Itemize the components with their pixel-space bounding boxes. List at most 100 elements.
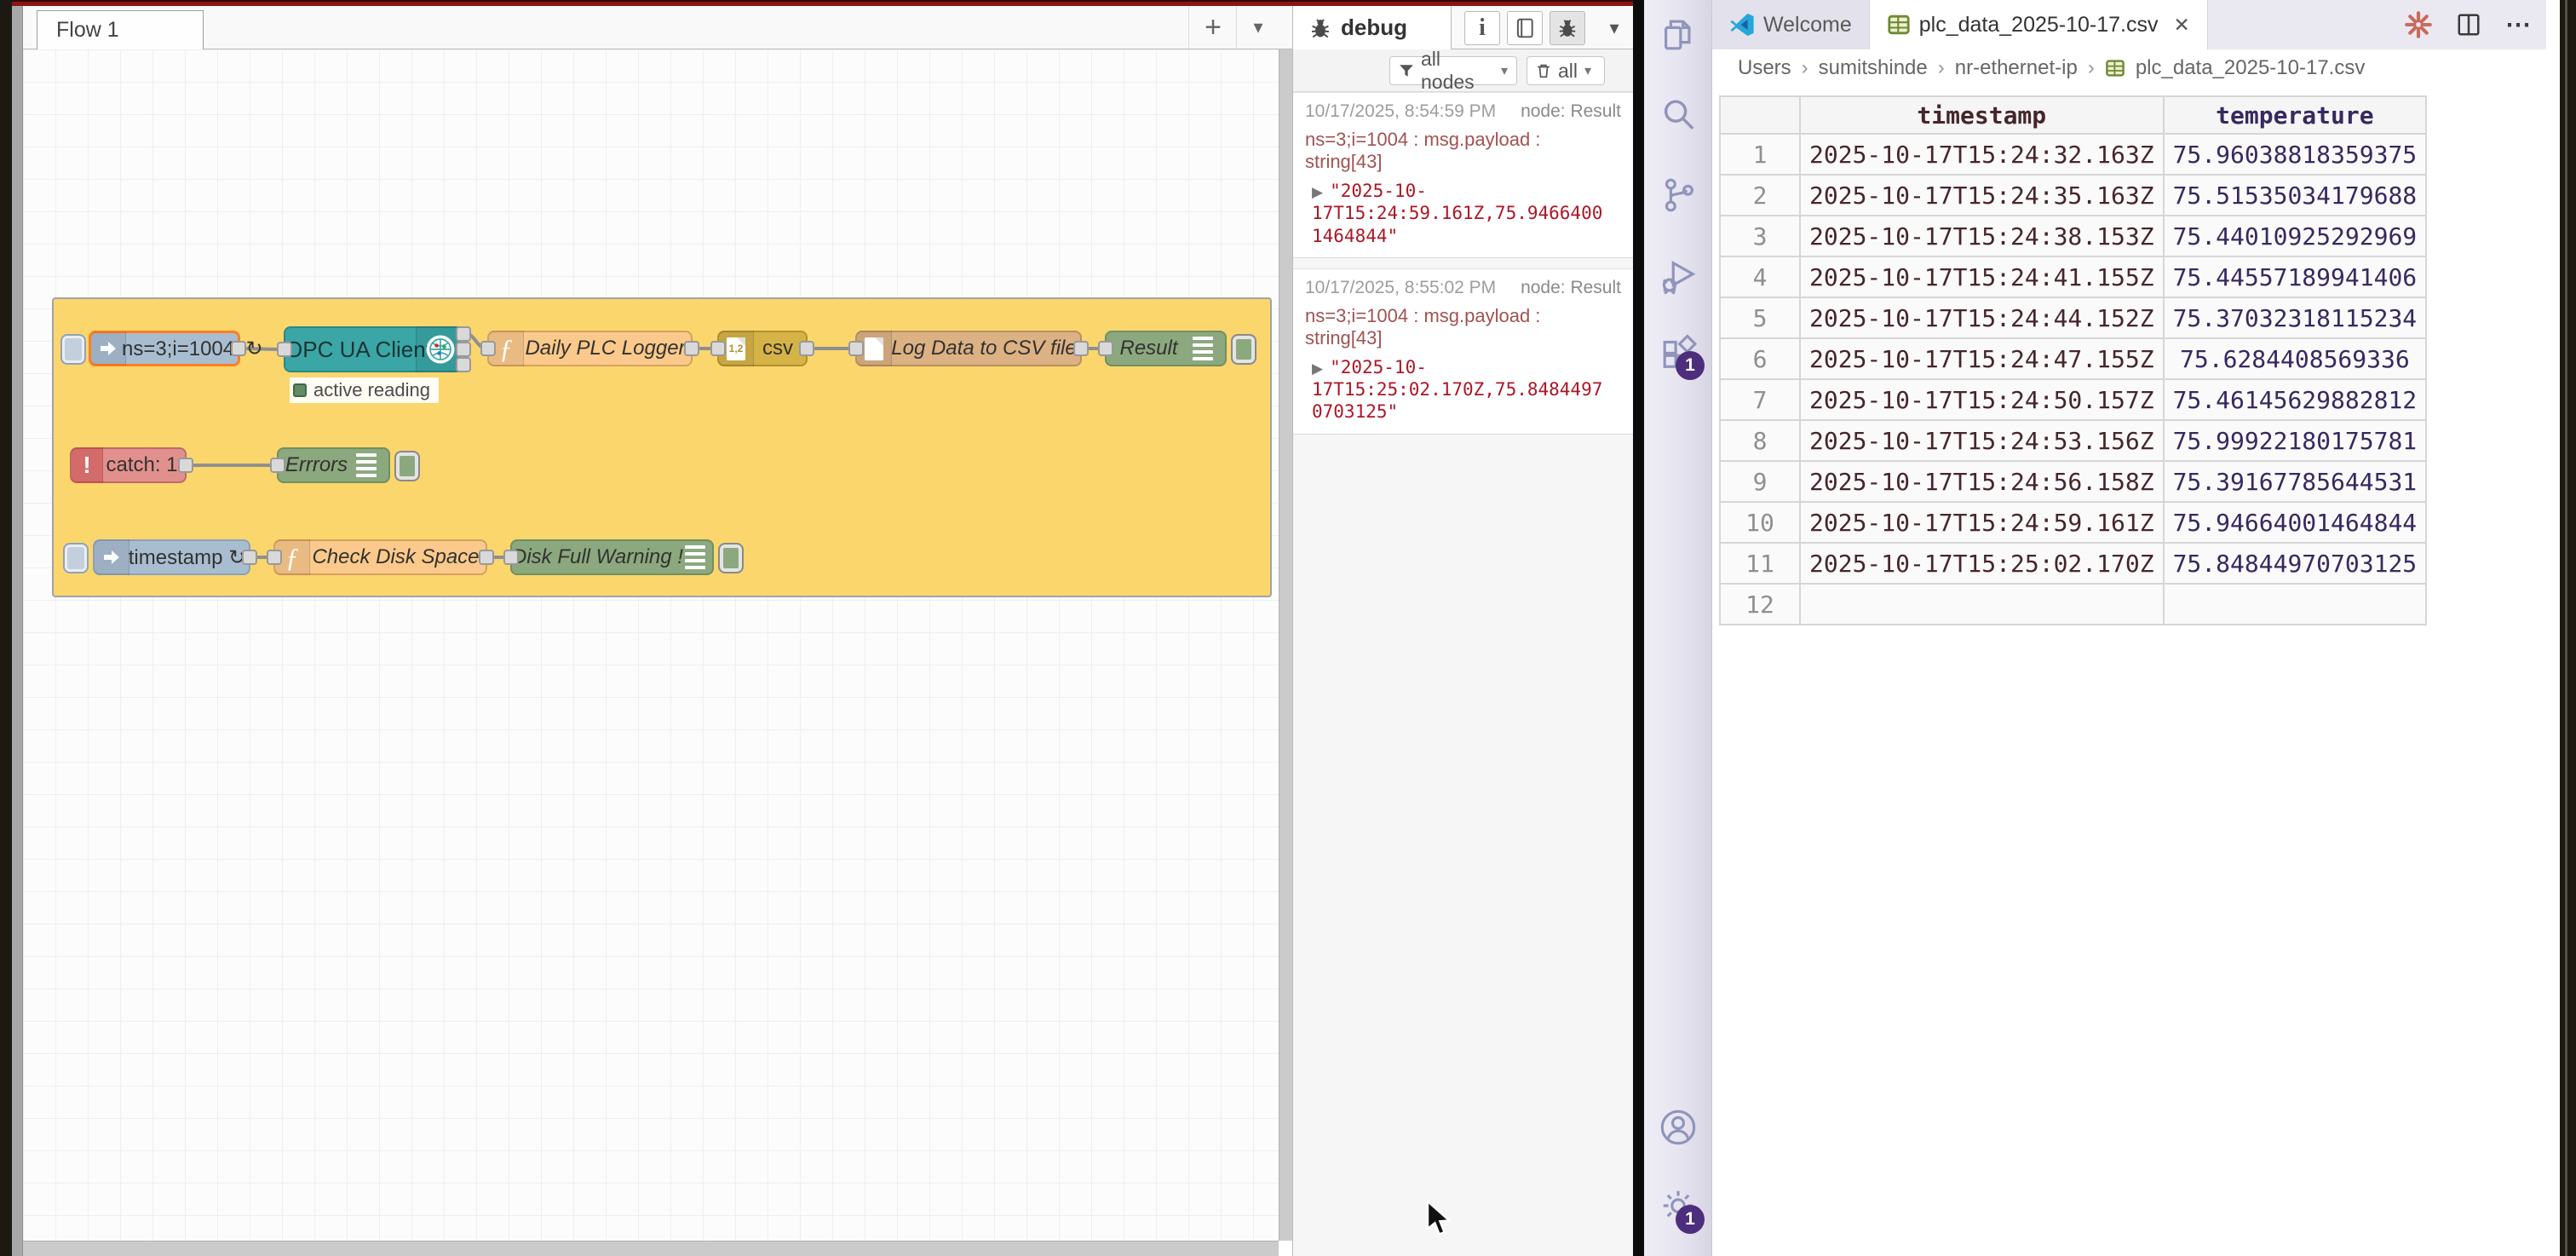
tab-close-icon[interactable]: ✕ bbox=[2174, 14, 2190, 37]
output-port[interactable] bbox=[684, 341, 699, 356]
caret-down-icon: ▾ bbox=[1501, 62, 1508, 79]
csv-cell-timestamp: 2025-10-17T15:24:32.163Z bbox=[1800, 134, 2164, 175]
csv-header-timestamp: timestamp bbox=[1800, 96, 2164, 134]
input-port[interactable] bbox=[848, 341, 864, 356]
explorer-icon[interactable] bbox=[1659, 15, 1698, 55]
tab-actions: ⋯ bbox=[2405, 0, 2533, 49]
csv-table-row: 22025-10-17T15:24:35.163Z75.515350341796… bbox=[1720, 175, 2426, 216]
node-log-to-csv-file[interactable]: Log Data to CSV file bbox=[855, 331, 1082, 366]
sidebar-tab-label: debug bbox=[1341, 14, 1407, 41]
node-debug-result[interactable]: Result bbox=[1105, 331, 1227, 366]
csv-cell-temperature bbox=[2164, 584, 2427, 625]
output-port[interactable] bbox=[178, 458, 193, 473]
node-inject-timestamp[interactable]: timestamp ↻ bbox=[93, 539, 250, 575]
output-port[interactable] bbox=[231, 341, 246, 356]
csv-table-container: timestamptemperature 12025-10-17T15:24:3… bbox=[1719, 95, 2427, 625]
debug-toggle-button[interactable] bbox=[718, 543, 744, 573]
split-editor-icon[interactable] bbox=[2456, 12, 2481, 37]
sidebar-tab-debug[interactable]: debug bbox=[1293, 6, 1452, 49]
output-port[interactable] bbox=[799, 341, 814, 356]
csv-cell-timestamp: 2025-10-17T15:24:38.153Z bbox=[1800, 216, 2164, 256]
chevron-right-icon: › bbox=[2088, 56, 2095, 80]
csv-cell-timestamp: 2025-10-17T15:24:53.156Z bbox=[1800, 420, 2164, 461]
node-catch[interactable]: ! catch: 1 bbox=[70, 447, 187, 483]
csv-row-number: 10 bbox=[1720, 502, 1800, 543]
canvas-horizontal-scrollbar[interactable] bbox=[23, 1241, 1279, 1256]
node-debug-errors[interactable]: Errrors bbox=[277, 447, 390, 483]
csv-table-row: 32025-10-17T15:24:38.153Z75.440109252929… bbox=[1720, 216, 2426, 256]
csv-row-number: 7 bbox=[1720, 379, 1800, 420]
expand-caret-icon[interactable]: ▶ bbox=[1312, 184, 1323, 200]
info-button[interactable]: i bbox=[1464, 11, 1500, 45]
output-port-2[interactable] bbox=[456, 342, 471, 357]
input-port[interactable] bbox=[277, 342, 292, 357]
node-opcua-client[interactable]: OPC UA Client bbox=[284, 326, 464, 372]
breadcrumb-item[interactable]: nr-ethernet-ip bbox=[1955, 56, 2078, 80]
expand-caret-icon[interactable]: ▶ bbox=[1312, 360, 1323, 377]
node-label: Result bbox=[1107, 337, 1191, 360]
debug-pane-button[interactable] bbox=[1550, 11, 1585, 45]
run-debug-icon[interactable] bbox=[1659, 256, 1698, 295]
flow-tab[interactable]: Flow 1 bbox=[37, 10, 204, 49]
window-divider bbox=[1633, 0, 1644, 1256]
input-port[interactable] bbox=[267, 550, 282, 565]
add-flow-button[interactable]: + bbox=[1188, 6, 1237, 49]
input-port[interactable] bbox=[710, 341, 726, 356]
sidebar-menu-caret-icon[interactable]: ▾ bbox=[1600, 11, 1629, 45]
debug-clear-button[interactable]: all ▾ bbox=[1527, 56, 1605, 85]
input-port[interactable] bbox=[480, 341, 496, 356]
csv-table-row: 102025-10-17T15:24:59.161Z75.94664001464… bbox=[1720, 502, 2426, 543]
node-csv[interactable]: 1,2 csv bbox=[717, 331, 808, 366]
csv-row-number: 6 bbox=[1720, 338, 1800, 379]
help-book-button[interactable] bbox=[1507, 11, 1543, 45]
node-debug-disk-full-warning[interactable]: Disk Full Warning ! bbox=[510, 539, 714, 575]
canvas-vertical-scrollbar[interactable] bbox=[1279, 49, 1292, 1241]
csv-table: timestamptemperature 12025-10-17T15:24:3… bbox=[1719, 95, 2427, 625]
more-actions-icon[interactable]: ⋯ bbox=[2505, 10, 2533, 40]
source-control-icon[interactable] bbox=[1659, 176, 1698, 215]
tab-label: Welcome bbox=[1763, 13, 1852, 37]
input-port[interactable] bbox=[270, 458, 285, 473]
breadcrumb-item[interactable]: Users bbox=[1738, 56, 1791, 80]
csv-corner-cell bbox=[1720, 96, 1800, 134]
flow-tab-label: Flow 1 bbox=[56, 18, 119, 43]
output-port[interactable] bbox=[479, 550, 494, 565]
vscode-logo-icon bbox=[1729, 12, 1755, 37]
output-port-1[interactable] bbox=[456, 326, 471, 342]
tab-welcome[interactable]: Welcome bbox=[1712, 0, 1870, 49]
flow-list-caret-icon[interactable]: ▾ bbox=[1236, 6, 1279, 49]
extensions-icon[interactable]: 1 bbox=[1659, 332, 1698, 372]
search-icon[interactable] bbox=[1659, 95, 1698, 135]
sidebar-tabrow: debug i ▾ bbox=[1293, 6, 1633, 49]
node-check-disk-space[interactable]: ƒ Check Disk Space bbox=[273, 539, 487, 575]
settings-gear-icon[interactable]: 1 bbox=[1659, 1186, 1698, 1225]
node-daily-plc-logger[interactable]: ƒ Daily PLC Logger bbox=[487, 331, 693, 366]
account-icon[interactable] bbox=[1659, 1108, 1698, 1147]
csv-cell-temperature: 75.44557189941406 bbox=[2164, 256, 2427, 297]
debug-toggle-button[interactable] bbox=[394, 451, 420, 481]
output-port[interactable] bbox=[1073, 341, 1089, 356]
inject-trigger-button[interactable] bbox=[63, 543, 89, 573]
output-port-3[interactable] bbox=[456, 357, 471, 372]
debug-filter-button[interactable]: all nodes ▾ bbox=[1389, 56, 1517, 85]
csv-cell-temperature: 75.6284408569336 bbox=[2164, 338, 2427, 379]
breadcrumb-item[interactable]: plc_data_2025-10-17.csv bbox=[2136, 56, 2366, 80]
flow-tabbar: Flow 1 + ▾ bbox=[23, 6, 1292, 49]
breadcrumb-item[interactable]: sumitshinde bbox=[1819, 56, 1928, 80]
flow-canvas[interactable]: ns=3;i=1004: ↻ OPC UA Client bbox=[23, 49, 1279, 1241]
status-dot-icon bbox=[293, 383, 307, 397]
node-label: Errrors bbox=[279, 453, 354, 477]
csv-cell-temperature: 75.39167785644531 bbox=[2164, 461, 2427, 502]
inject-arrow-icon bbox=[95, 539, 129, 575]
input-port[interactable] bbox=[1098, 341, 1113, 356]
debug-toolbar: all nodes ▾ all ▾ bbox=[1293, 49, 1633, 92]
inject-trigger-button[interactable] bbox=[60, 334, 86, 365]
node-inject-opc[interactable]: ns=3;i=1004: ↻ bbox=[89, 331, 240, 366]
output-port[interactable] bbox=[242, 550, 257, 565]
rainbow-csv-starburst-icon[interactable] bbox=[2405, 11, 2432, 38]
csv-table-row: 92025-10-17T15:24:56.158Z75.391677856445… bbox=[1720, 461, 2426, 502]
input-port[interactable] bbox=[503, 550, 519, 565]
debug-sidebar: debug i ▾ all nodes ▾ bbox=[1292, 6, 1633, 1256]
tab-plc-data-csv[interactable]: plc_data_2025-10-17.csv ✕ bbox=[1870, 0, 2208, 49]
debug-toggle-button[interactable] bbox=[1231, 334, 1256, 365]
